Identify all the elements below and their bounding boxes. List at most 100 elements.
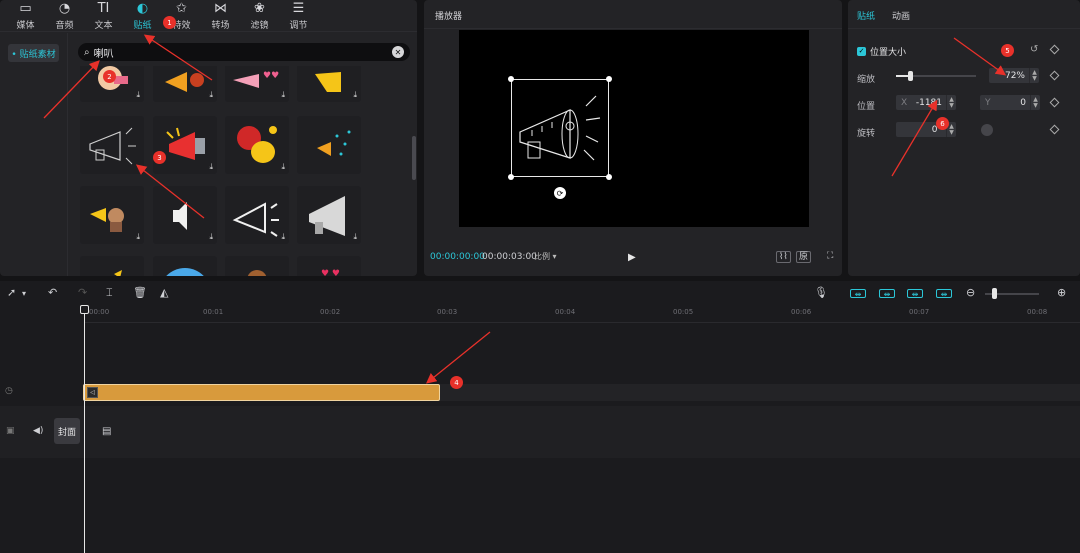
ruler-tick: 00:04 xyxy=(555,308,576,316)
tab-sticker-props[interactable]: 贴纸 xyxy=(857,9,875,22)
clear-search-icon[interactable]: ✕ xyxy=(392,46,404,58)
keyframe-icon[interactable] xyxy=(1049,124,1060,135)
stepper-icon[interactable]: ▲ ▼ xyxy=(1029,68,1039,83)
link-icon[interactable]: ⇹ xyxy=(879,289,895,299)
sticker-item-megaphone-outline[interactable] xyxy=(80,116,144,174)
search-input[interactable] xyxy=(93,46,392,58)
scale-input[interactable]: 72% ▲ ▼ xyxy=(989,68,1039,83)
tab-animation[interactable]: 动画 xyxy=(892,9,910,22)
track-hide-icon[interactable]: ▣ xyxy=(6,426,15,436)
sticker-item[interactable] xyxy=(297,116,361,174)
scale-slider-handle[interactable] xyxy=(908,71,913,81)
original-ratio-icon[interactable]: 原 xyxy=(796,251,812,263)
stepper-icon[interactable]: ▲ ▼ xyxy=(1030,95,1040,110)
tab-sticker[interactable]: ◐ 贴纸 xyxy=(123,0,162,32)
tab-filter[interactable]: ❀ 滤镜 xyxy=(240,0,279,32)
resize-handle-tr[interactable] xyxy=(606,76,612,82)
tab-audio[interactable]: ◔ 音频 xyxy=(45,0,84,32)
sticker-item[interactable]: ⤓ xyxy=(225,116,289,174)
preview-canvas[interactable]: ⟳ xyxy=(459,30,809,227)
resize-handle-br[interactable] xyxy=(606,174,612,180)
checkbox-icon[interactable]: ✓ xyxy=(857,47,866,56)
sticker-item[interactable]: ⤓ xyxy=(153,116,217,174)
preview-axis-icon[interactable]: ⇹ xyxy=(907,289,923,299)
zoom-slider-handle[interactable] xyxy=(992,288,997,299)
fullscreen-icon[interactable]: ⛶ xyxy=(825,251,835,263)
download-icon[interactable]: ⤓ xyxy=(281,90,285,100)
sticker-item[interactable]: ⤓ xyxy=(297,186,361,244)
sticker-sidebar: • 贴纸素材 xyxy=(0,33,68,276)
properties-panel: 贴纸 动画 ✓ 位置大小 ↺ 缩放 72% ▲ ▼ 位置 X -1181 ▲ ▼ Y… xyxy=(848,0,1080,276)
stepper-icon[interactable]: ▲ ▼ xyxy=(946,95,956,110)
download-icon[interactable]: ⤓ xyxy=(209,162,213,172)
sticker-item[interactable]: ⤓ xyxy=(297,66,361,102)
undo-icon[interactable]: ↶ xyxy=(48,286,57,299)
waveform-icon[interactable]: ⌇⌇ xyxy=(776,251,791,263)
chevron-down-icon[interactable]: ▾ xyxy=(22,289,26,298)
clip-thumbnail: ◁ xyxy=(87,387,98,398)
position-x-input[interactable]: X -1181 ▲ ▼ xyxy=(896,95,956,110)
zoom-out-icon[interactable]: ⊖ xyxy=(966,286,975,299)
microphone-icon[interactable]: 🎙︎ xyxy=(814,286,828,299)
timeline-ruler[interactable]: 00:00 00:01 00:02 00:03 00:04 00:05 00:0… xyxy=(85,305,1080,323)
download-icon[interactable]: ⤓ xyxy=(136,90,140,100)
redo-icon[interactable]: ↷ xyxy=(78,286,87,299)
delete-icon[interactable]: 🗑︎ xyxy=(133,286,147,299)
keyframe-icon[interactable] xyxy=(1049,97,1060,108)
current-time: 00:00:00:00 xyxy=(430,252,485,262)
keyframe-icon[interactable] xyxy=(1049,44,1060,55)
tab-text[interactable]: TI 文本 xyxy=(84,0,123,32)
mute-icon[interactable]: ◀) xyxy=(33,426,43,436)
scale-slider[interactable] xyxy=(896,71,976,81)
select-cursor-icon[interactable]: ➚ xyxy=(7,286,16,299)
sticker-clip[interactable]: ◁ xyxy=(83,384,440,401)
sticker-item[interactable]: ⤓ xyxy=(153,186,217,244)
annotation-badge: 1 xyxy=(163,16,176,29)
auto-snap-icon[interactable]: ⇹ xyxy=(850,289,866,299)
play-icon[interactable]: ▶ xyxy=(628,252,636,263)
zoom-in-icon[interactable]: ⊕ xyxy=(1057,286,1066,299)
download-icon[interactable]: ⤓ xyxy=(353,232,357,242)
sticker-item[interactable]: ⤓ xyxy=(80,186,144,244)
sticker-search: ⌕ ✕ xyxy=(78,43,410,61)
download-icon[interactable]: ⤓ xyxy=(209,232,213,242)
sticker-item[interactable]: ⤓ xyxy=(225,186,289,244)
ruler-tick: 00:06 xyxy=(791,308,812,316)
download-icon[interactable]: ⤓ xyxy=(136,232,140,242)
split-icon[interactable]: ⌶ xyxy=(106,286,113,300)
sticker-library-button[interactable]: • 贴纸素材 xyxy=(8,44,59,62)
playhead-handle[interactable] xyxy=(80,305,89,314)
tab-transition[interactable]: ⋈ 转场 xyxy=(201,0,240,32)
track-lock-icon[interactable]: ◷ xyxy=(5,386,13,396)
playhead[interactable] xyxy=(84,305,85,553)
position-y-input[interactable]: Y 0 ▲ ▼ xyxy=(980,95,1040,110)
download-icon[interactable]: ⤓ xyxy=(353,90,357,100)
sticker-item[interactable] xyxy=(225,256,289,276)
resize-handle-bl[interactable] xyxy=(508,174,514,180)
reset-icon[interactable]: ↺ xyxy=(1030,44,1038,55)
annotation-badge: 3 xyxy=(153,151,166,164)
rotate-handle-icon[interactable]: ⟳ xyxy=(554,187,566,199)
download-icon[interactable]: ⤓ xyxy=(281,232,285,242)
ratio-dropdown[interactable]: 比例 ▾ xyxy=(534,251,557,262)
rotation-label: 旋转 xyxy=(857,129,876,139)
sticker-item[interactable]: ♥♥ ⤓ xyxy=(225,66,289,102)
mirror-icon[interactable]: ◭ xyxy=(160,286,168,299)
sticker-item[interactable] xyxy=(80,256,144,276)
download-icon[interactable]: ⤓ xyxy=(209,90,213,100)
tab-adjust[interactable]: ☰ 调节 xyxy=(279,0,318,32)
rotation-dial[interactable] xyxy=(981,124,993,136)
sticker-item[interactable]: ⤓ xyxy=(153,66,217,102)
resize-handle-tl[interactable] xyxy=(508,76,514,82)
adjust-icon: ☰ xyxy=(292,0,305,16)
sticker-item[interactable]: ♥ ♥ xyxy=(297,256,361,276)
tab-media[interactable]: ▭ 媒体 xyxy=(6,0,45,32)
sticker-selection-box[interactable] xyxy=(511,79,609,177)
cover-button[interactable]: 封面 xyxy=(54,418,80,444)
sticker-item[interactable] xyxy=(153,256,217,276)
download-icon[interactable]: ⤓ xyxy=(281,162,285,172)
keyframe-icon[interactable] xyxy=(1049,70,1060,81)
sticker-scrollbar[interactable] xyxy=(412,136,416,180)
total-time: 00:00:03:00 xyxy=(482,252,537,262)
main-track-icon[interactable]: ⇹ xyxy=(936,289,952,299)
